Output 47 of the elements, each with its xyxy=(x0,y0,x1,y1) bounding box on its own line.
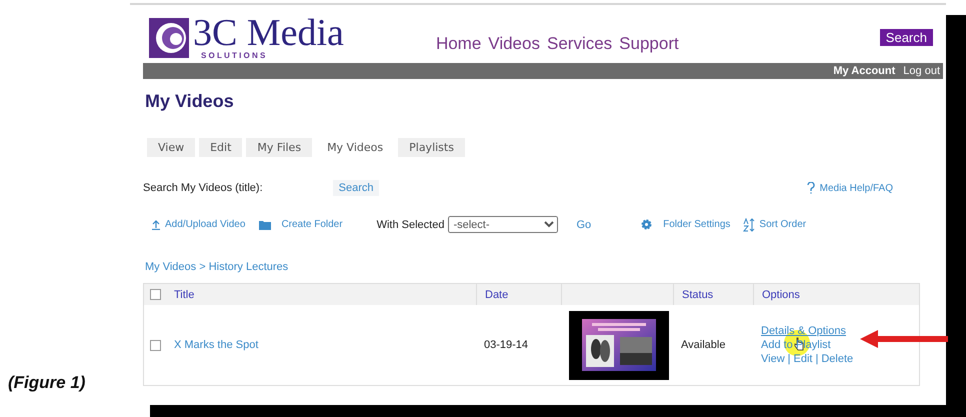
tab[interactable]: View xyxy=(147,138,196,157)
breadcrumb[interactable]: My Videos > History Lectures xyxy=(145,261,288,273)
search-label: Search My Videos (title): xyxy=(143,182,263,194)
checkbox[interactable] xyxy=(150,289,161,300)
go-link[interactable]: Go xyxy=(576,218,592,230)
option-link[interactable]: Edit xyxy=(794,353,812,365)
logo-icon xyxy=(149,18,189,58)
search-button[interactable]: Search xyxy=(880,29,933,46)
upload-icon xyxy=(151,220,161,230)
create-folder-link[interactable]: Create Folder xyxy=(281,219,343,230)
with-selected-label: With Selected xyxy=(376,218,444,230)
column-header[interactable]: Title xyxy=(166,284,476,305)
column-header[interactable]: Options xyxy=(753,284,919,305)
gear-icon xyxy=(641,219,652,230)
option-link[interactable]: View xyxy=(761,353,785,365)
column-header[interactable]: Date xyxy=(476,284,561,305)
option-link[interactable]: Delete xyxy=(821,353,854,365)
status-cell-text: Available xyxy=(680,339,726,351)
separator: | xyxy=(815,353,818,365)
account-link[interactable]: My Account xyxy=(833,65,896,77)
logo-tagline: S O L U T I O N S xyxy=(201,51,266,60)
video-thumbnail[interactable] xyxy=(569,310,669,380)
tab[interactable]: Playlists xyxy=(398,138,465,157)
date-cell-text: 03-19-14 xyxy=(483,339,530,351)
tab[interactable]: Edit xyxy=(199,138,242,157)
search-button[interactable]: Search xyxy=(332,180,380,196)
column-header[interactable]: Status xyxy=(673,284,753,305)
action-select[interactable]: -select- xyxy=(448,216,558,233)
help-link[interactable]: Media Help/FAQ xyxy=(820,182,893,194)
nav-link[interactable]: Services xyxy=(546,34,612,54)
nav-link[interactable]: Home xyxy=(436,34,482,54)
figure-caption: (Figure 1) xyxy=(8,373,86,393)
help-icon xyxy=(806,182,815,194)
folder-settings-link[interactable]: Folder Settings xyxy=(663,219,730,230)
nav-link[interactable]: Videos xyxy=(488,34,540,54)
logo-name: 3C Media xyxy=(193,15,344,51)
video-title-link[interactable]: X Marks the Spot xyxy=(166,339,476,351)
tab[interactable]: My Files xyxy=(246,138,312,157)
sort-order-link[interactable]: Sort Order xyxy=(759,219,806,230)
sort-icon xyxy=(742,218,756,232)
separator: | xyxy=(788,353,791,365)
nav-link[interactable]: Support xyxy=(619,34,679,54)
page-title: My Videos xyxy=(145,91,235,112)
checkbox[interactable] xyxy=(150,340,161,350)
account-link[interactable]: Log out xyxy=(903,65,940,77)
folder-icon xyxy=(259,220,272,230)
add-upload-link[interactable]: Add/Upload Video xyxy=(165,219,246,230)
